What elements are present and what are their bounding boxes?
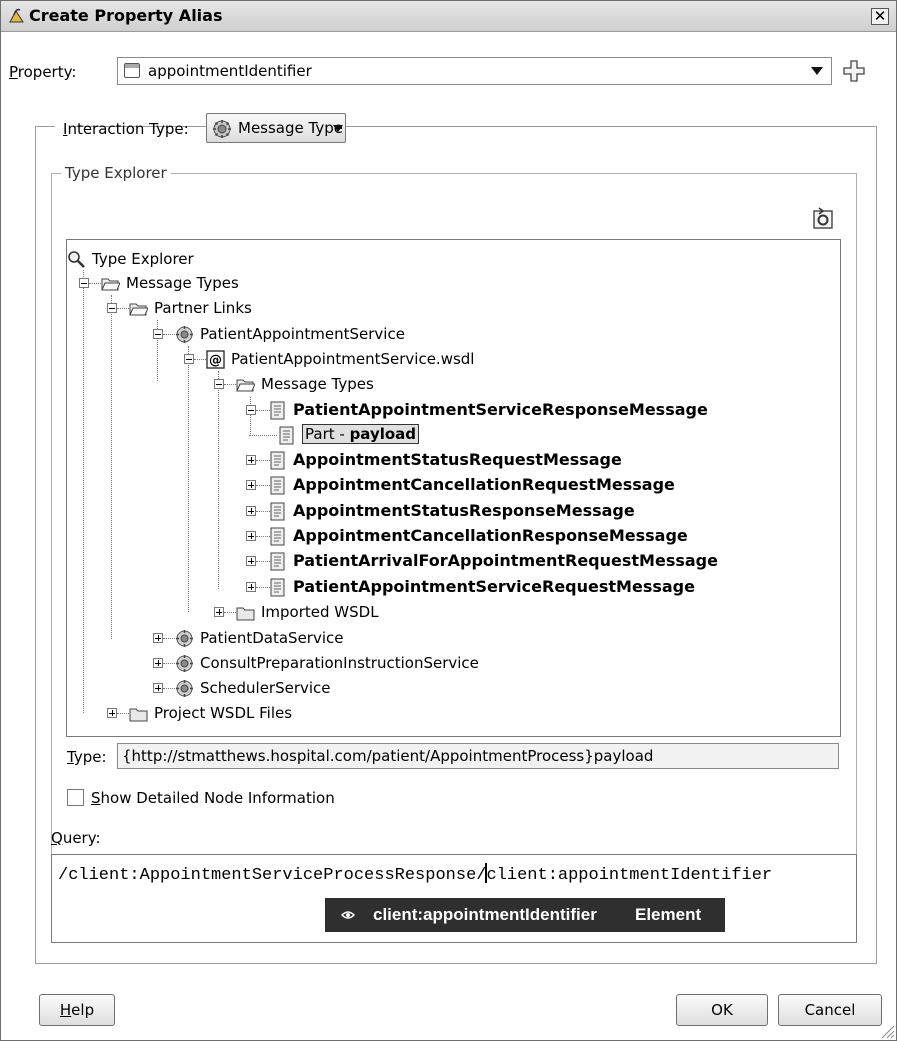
close-button[interactable]: ✕ xyxy=(871,8,889,25)
collapse-icon[interactable] xyxy=(184,354,194,364)
tree-guide-line xyxy=(188,346,189,612)
tree-node-label: Message Types xyxy=(261,375,374,393)
tree-node-label: PatientAppointmentService xyxy=(200,325,405,343)
element-icon xyxy=(341,911,355,919)
tree-node-label: Part - payload xyxy=(302,424,420,444)
tree-node-label: AppointmentStatusResponseMessage xyxy=(293,501,635,520)
message-icon xyxy=(270,401,285,420)
ok-button[interactable]: OK xyxy=(676,994,768,1026)
tree-node-label: AppointmentCancellationRequestMessage xyxy=(293,475,675,494)
tree-node-label: Partner Links xyxy=(154,299,252,317)
message-icon xyxy=(270,527,285,546)
service-gear-icon xyxy=(213,120,231,138)
tree-node-label: SchedulerService xyxy=(200,679,331,697)
collapse-icon[interactable] xyxy=(214,379,224,389)
folder-open-icon xyxy=(129,303,148,316)
tree-guide-line xyxy=(249,435,277,436)
chevron-down-icon[interactable] xyxy=(811,67,823,75)
service-gear-icon xyxy=(176,655,193,672)
tree-node-label: PatientAppointmentServiceResponseMessage xyxy=(293,400,708,419)
message-icon xyxy=(279,426,294,445)
type-field: {http://stmatthews.hospital.com/patient/… xyxy=(117,743,839,769)
tree-node-label: Message Types xyxy=(126,274,239,292)
property-icon xyxy=(124,63,140,78)
interaction-type-label: Interaction Type: xyxy=(63,120,189,138)
message-icon xyxy=(270,451,285,470)
tree-node-label: PatientAppointmentService.wsdl xyxy=(231,350,475,368)
interaction-type-header: Interaction Type: Message Type xyxy=(55,113,346,143)
message-icon xyxy=(270,552,285,571)
service-gear-icon xyxy=(176,630,193,647)
expand-icon[interactable] xyxy=(246,531,256,541)
expand-icon[interactable] xyxy=(246,455,256,465)
show-detailed-node-info-label[interactable]: Show Detailed Node Information xyxy=(91,789,335,807)
tree-node-label: Imported WSDL xyxy=(261,603,379,621)
message-icon xyxy=(270,476,285,495)
expand-icon[interactable] xyxy=(107,708,117,718)
close-icon: ✕ xyxy=(873,7,887,25)
property-combobox[interactable]: appointmentIdentifier xyxy=(117,57,832,85)
query-input[interactable]: /client:AppointmentServiceProcessRespons… xyxy=(51,854,857,943)
tree-guide-line xyxy=(111,295,112,639)
tree-node-label: Project WSDL Files xyxy=(154,704,293,722)
collapse-icon[interactable] xyxy=(79,278,89,288)
search-icon xyxy=(68,251,85,268)
add-property-icon[interactable] xyxy=(842,59,866,83)
resize-grip-icon[interactable] xyxy=(879,1023,895,1039)
collapse-icon[interactable] xyxy=(153,329,163,339)
svg-text:@: @ xyxy=(209,353,222,368)
expand-icon[interactable] xyxy=(153,633,163,643)
folder-closed-icon xyxy=(129,708,148,722)
type-label: Type: xyxy=(67,748,107,766)
tree-node-label: PatientDataService xyxy=(200,629,344,647)
refresh-icon[interactable] xyxy=(811,206,835,230)
expand-icon[interactable] xyxy=(246,582,256,592)
tree-guide-line xyxy=(83,270,84,713)
expand-icon[interactable] xyxy=(153,658,163,668)
message-icon xyxy=(270,502,285,521)
service-gear-icon xyxy=(176,680,193,697)
property-value: appointmentIdentifier xyxy=(148,62,312,80)
interaction-type-value: Message Type xyxy=(238,119,343,137)
folder-closed-icon xyxy=(236,607,255,621)
type-explorer-group-title: Type Explorer xyxy=(61,164,171,182)
help-button[interactable]: Help xyxy=(39,994,115,1026)
suggestion-name: client:appointmentIdentifier xyxy=(373,905,597,924)
dialog-title: Create Property Alias xyxy=(29,6,223,25)
cancel-button[interactable]: Cancel xyxy=(778,994,882,1026)
folder-open-icon xyxy=(236,379,255,392)
suggestion-kind: Element xyxy=(635,905,702,924)
service-gear-icon xyxy=(176,326,193,343)
expand-icon[interactable] xyxy=(153,683,163,693)
expand-icon[interactable] xyxy=(246,506,256,516)
tree-node-label: PatientArrivalForAppointmentRequestMessa… xyxy=(293,551,718,570)
create-property-alias-dialog: Create Property Alias ✕ Property: appoin… xyxy=(0,0,897,1041)
tree-node-label: ConsultPreparationInstructionService xyxy=(200,654,479,672)
expand-icon[interactable] xyxy=(214,607,224,617)
query-text[interactable]: /client:AppointmentServiceProcessRespons… xyxy=(58,863,772,885)
type-explorer-tree[interactable]: Type Explorer Message Types Partner Links P… xyxy=(66,239,841,737)
app-icon xyxy=(9,8,24,23)
title-bar[interactable]: Create Property Alias ✕ xyxy=(1,1,896,32)
collapse-icon[interactable] xyxy=(107,303,117,313)
show-detailed-node-info-checkbox[interactable] xyxy=(67,789,84,806)
collapse-icon[interactable] xyxy=(246,405,256,415)
tree-guide-line xyxy=(250,397,251,436)
tree-guide-line xyxy=(218,371,219,589)
query-label: Query: xyxy=(51,829,101,847)
folder-open-icon xyxy=(101,278,120,291)
expand-icon[interactable] xyxy=(246,556,256,566)
property-label: Property: xyxy=(9,63,77,81)
tree-node-label: AppointmentStatusRequestMessage xyxy=(293,450,622,469)
tree-node-label: AppointmentCancellationResponseMessage xyxy=(293,526,688,545)
wsdl-at-icon: @ xyxy=(206,350,225,369)
tree-node-label: Type Explorer xyxy=(92,250,194,268)
autocomplete-suggestion[interactable]: client:appointmentIdentifier Element xyxy=(325,898,725,932)
chevron-down-icon xyxy=(333,125,343,132)
expand-icon[interactable] xyxy=(246,480,256,490)
interaction-type-dropdown[interactable]: Message Type xyxy=(206,113,346,143)
message-icon xyxy=(270,578,285,597)
tree-node-label: PatientAppointmentServiceRequestMessage xyxy=(293,577,695,596)
